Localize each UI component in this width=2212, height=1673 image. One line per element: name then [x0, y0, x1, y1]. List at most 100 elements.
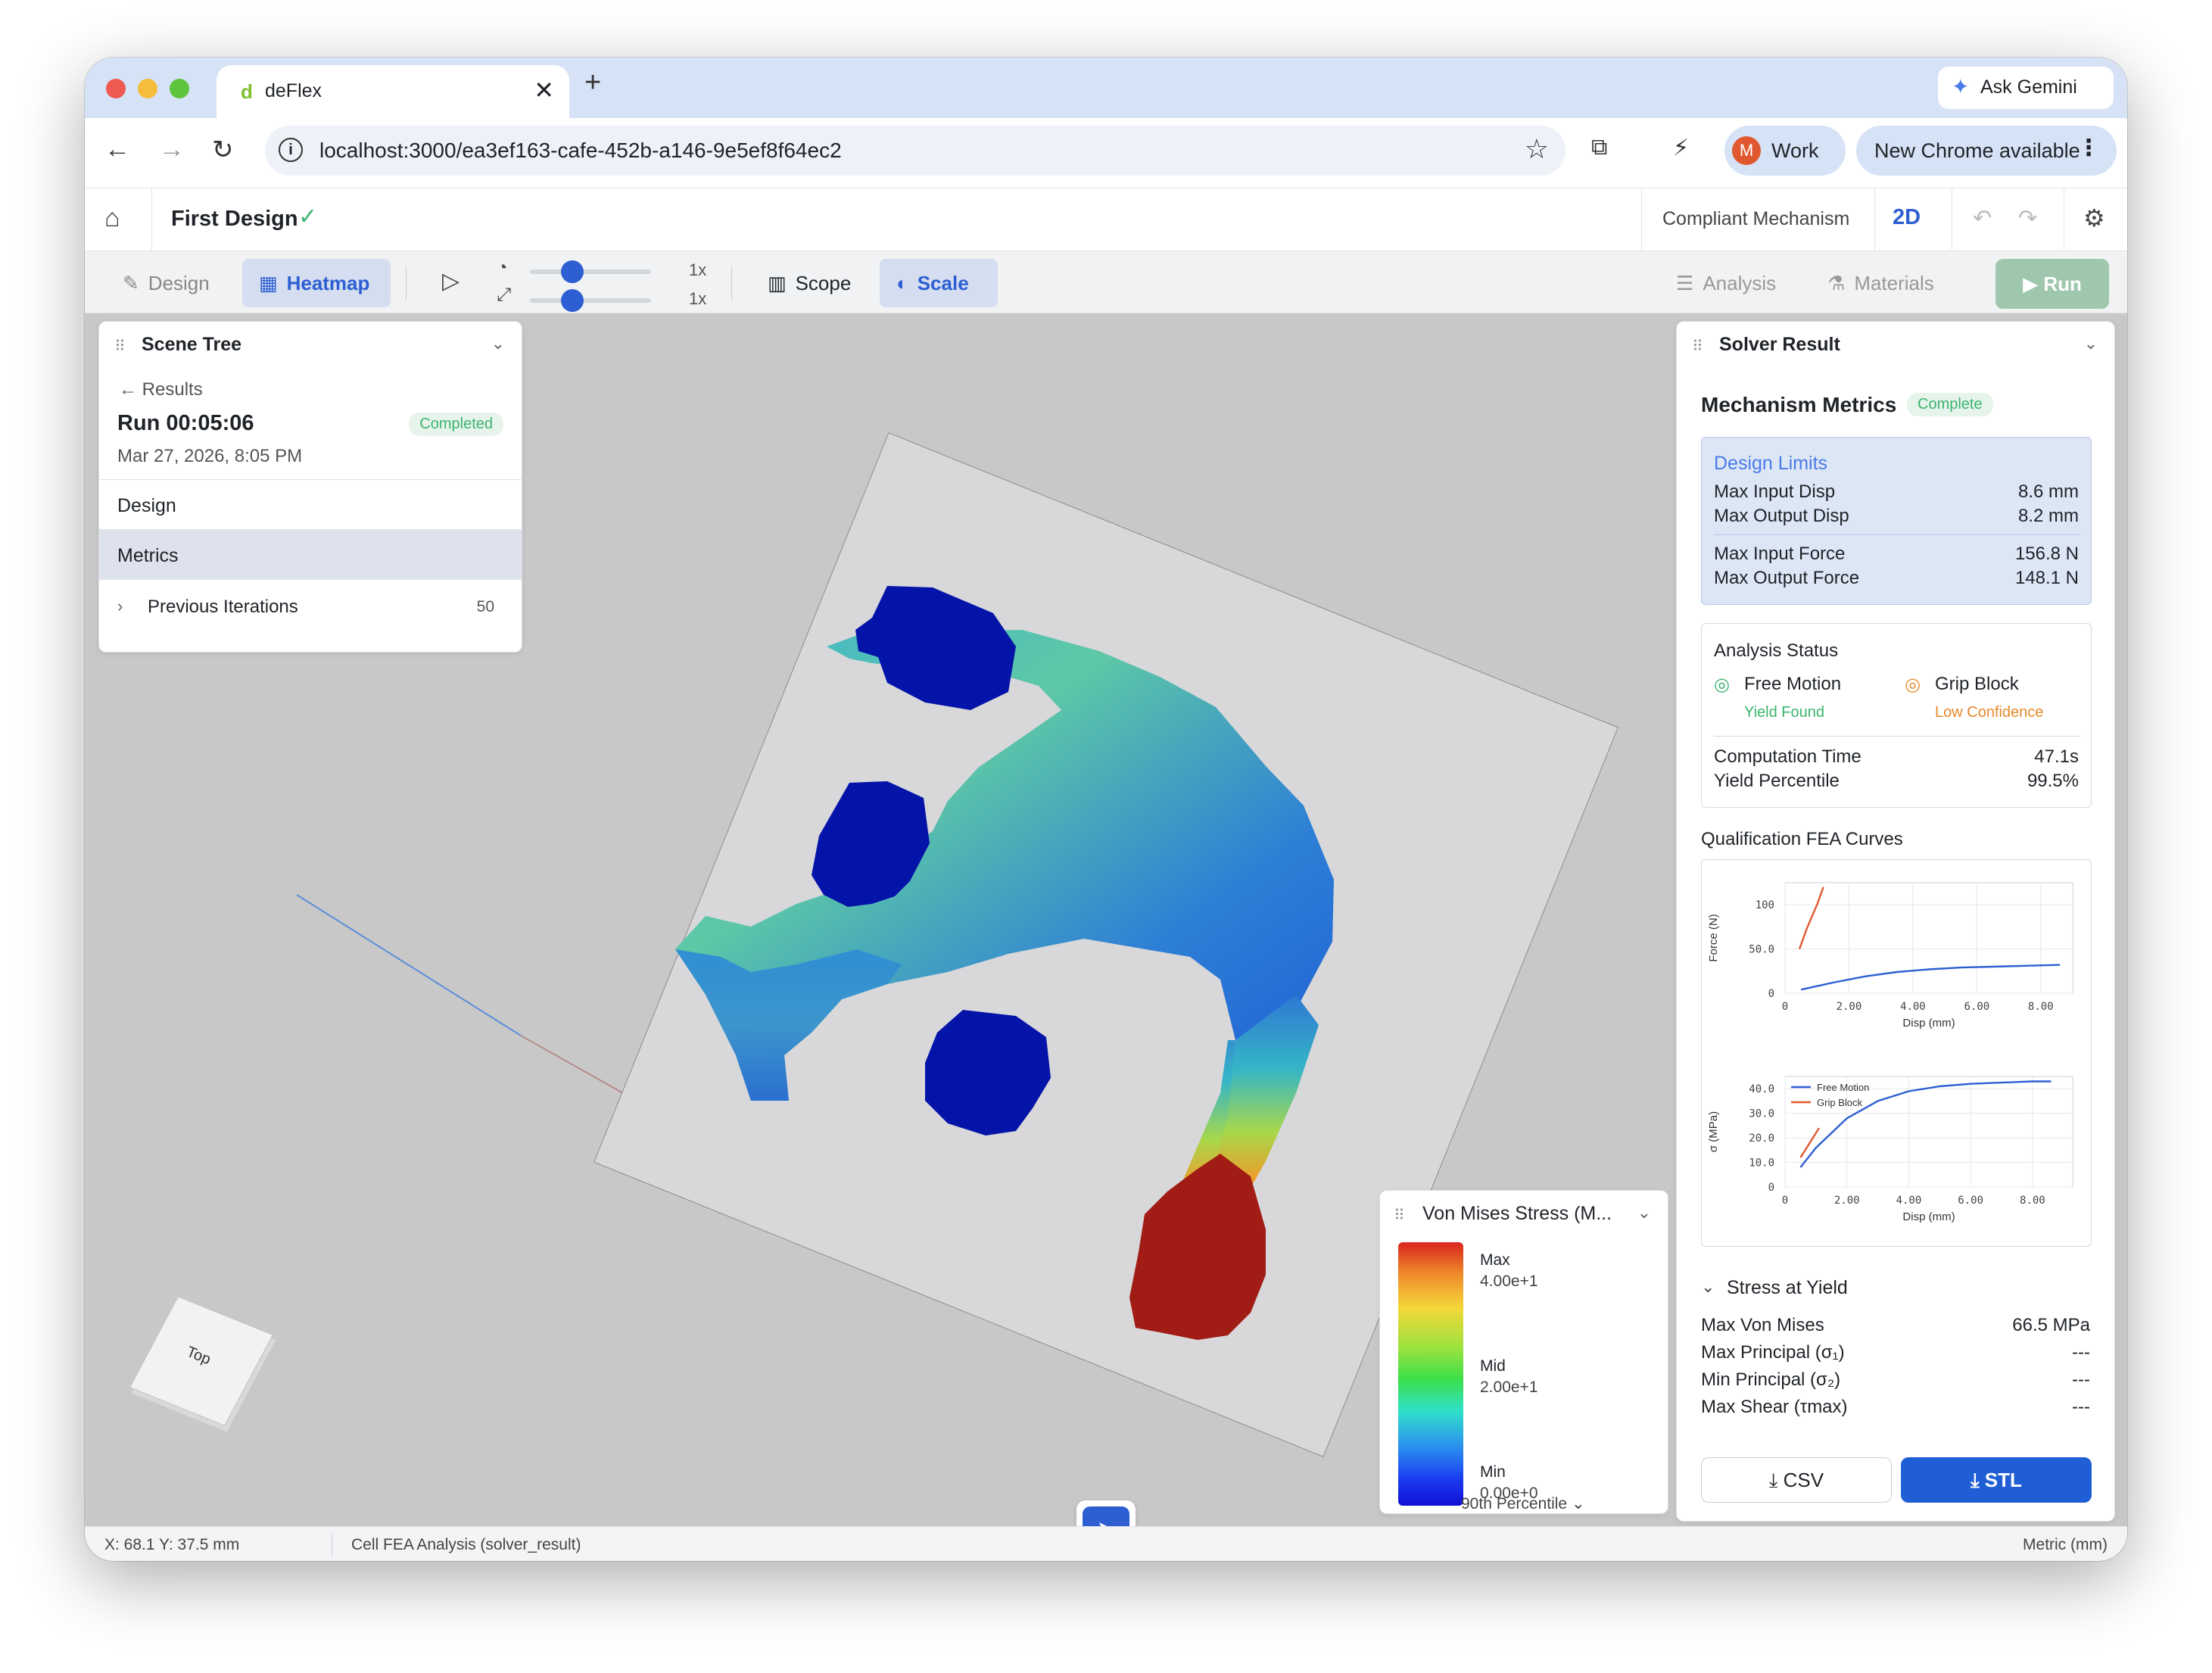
new-tab-icon[interactable]: + [584, 67, 601, 99]
design-title[interactable]: First Design [171, 207, 298, 232]
back-arrow-icon[interactable]: ← [104, 135, 130, 164]
reload-icon[interactable]: ↻ [212, 135, 234, 165]
design-limits-title: Design Limits [1714, 453, 1828, 474]
stl-download-button[interactable]: ⤓ STL [1901, 1457, 2092, 1503]
x-tick-label: 4.00 [1900, 1001, 1926, 1013]
scale-slider-knob[interactable] [561, 289, 584, 312]
x-tick-label: 2.00 [1834, 1195, 1860, 1207]
fea-curves-card: 0 2.00 4.00 6.00 8.00 0 50.0 100 Disp (mm) Force … [1701, 859, 2092, 1247]
ask-gemini-button[interactable]: ✦ Ask Gemini [1938, 67, 2114, 109]
bookmark-star-icon[interactable]: ☆ [1525, 133, 1549, 165]
close-tab-icon[interactable]: ✕ [534, 76, 554, 104]
scene-tree-panel: ⠿ Scene Tree ⌄ ← Results Run 00:05:06 Co… [98, 321, 522, 653]
run-title: Run 00:05:06 [117, 411, 254, 435]
speed-slider-knob[interactable] [561, 260, 584, 283]
chevron-down-icon[interactable]: ⌄ [1637, 1203, 1651, 1223]
limit-value: 8.6 mm [2017, 481, 2079, 502]
chevron-down-icon[interactable]: ⌄ [2084, 334, 2098, 354]
back-arrow-icon: ← [119, 379, 142, 400]
heatmap-mode-button[interactable]: ▦ Heatmap [242, 259, 391, 307]
saved-check-icon: ✓ [298, 204, 318, 229]
performance-icon[interactable]: ⚡ [1673, 135, 1689, 161]
chrome-update-label: New Chrome available [1874, 139, 2080, 162]
force-disp-chart: 0 2.00 4.00 6.00 8.00 0 50.0 100 Disp (mm) Force … [1707, 882, 2073, 1030]
profile-button[interactable]: M Work [1724, 126, 1846, 176]
x-tick-label: 4.00 [1896, 1195, 1922, 1207]
stl-label: STL [1984, 1469, 2022, 1491]
design-mode-button[interactable]: ✎ Design [106, 259, 233, 307]
analysis-button[interactable]: ☰ Analysis [1659, 259, 1796, 307]
chevron-down-icon[interactable]: ⌄ [491, 334, 505, 354]
x-tick-label: 2.00 [1837, 1001, 1862, 1013]
browser-tab[interactable]: d deFlex ✕ [217, 65, 569, 118]
stress-at-yield-title[interactable]: Stress at Yield [1727, 1277, 1848, 1299]
run-button[interactable]: ▶ Run [1995, 259, 2109, 309]
menu-kebab-icon[interactable]: ⋮ [2077, 135, 2100, 161]
y-axis-label: Force (N) [1707, 914, 1720, 961]
minimize-window-button[interactable] [138, 79, 157, 98]
site-info-icon[interactable]: i [279, 138, 303, 162]
y-tick-label: 40.0 [1749, 1083, 1774, 1095]
drag-handle-icon[interactable]: ⠿ [114, 337, 126, 356]
x-tick-label: 8.00 [2020, 1195, 2045, 1207]
csv-download-button[interactable]: ⤓ CSV [1701, 1457, 1892, 1503]
view-mode-toggle[interactable]: 2D [1893, 205, 1921, 230]
forward-arrow-icon[interactable]: → [159, 135, 185, 164]
divider [1714, 736, 2080, 737]
speed-gauge-icon: ◔ [497, 257, 508, 278]
materials-label: Materials [1854, 272, 1934, 294]
complete-badge: Complete [1907, 393, 1993, 416]
y-tick-label: 50.0 [1749, 944, 1774, 956]
scale-button[interactable]: ◐ Scale [880, 259, 998, 307]
tree-item-design[interactable]: Design [99, 479, 522, 529]
speed-slider[interactable] [530, 260, 651, 283]
stress-value: --- [2072, 1342, 2090, 1363]
stress-value: --- [2072, 1369, 2090, 1390]
redo-icon[interactable]: ↷ [2018, 205, 2037, 232]
download-icon: ⤓ [1768, 1469, 1784, 1491]
status-bar: X: 68.1 Y: 37.5 mm Cell FEA Analysis (so… [85, 1526, 2127, 1561]
maximize-window-button[interactable] [170, 79, 189, 98]
search-tabs-icon[interactable]: ⧉ [1591, 135, 1607, 160]
drag-handle-icon[interactable]: ⠿ [1394, 1206, 1406, 1225]
address-bar[interactable]: i localhost:3000/ea3ef163-cafe-452b-a146… [265, 126, 1566, 176]
close-window-button[interactable] [106, 79, 126, 98]
3d-viewport[interactable]: ⠿ Scene Tree ⌄ ← Results Run 00:05:06 Co… [85, 313, 2127, 1526]
avatar: M [1732, 136, 1761, 165]
stress-label: Max Shear (τmax) [1701, 1397, 1848, 1417]
mode-selector[interactable]: Compliant Mechanism [1662, 208, 1849, 230]
cursor-coordinates: X: 68.1 Y: 37.5 mm [104, 1536, 240, 1553]
view-cube[interactable]: Top [129, 1296, 274, 1426]
play-icon[interactable]: ▷ [442, 268, 460, 294]
x-axis-label: Disp (mm) [1902, 1210, 1955, 1223]
tab-title: deFlex [265, 80, 322, 101]
tree-item-previous-iterations[interactable]: › Previous Iterations 50 [99, 579, 522, 632]
status-badge: Completed [409, 413, 503, 436]
home-icon[interactable]: ⌂ [104, 204, 120, 233]
tree-item-metrics[interactable]: Metrics [99, 529, 522, 579]
materials-button[interactable]: ⚗ Materials [1811, 259, 1962, 307]
units-status[interactable]: Metric (mm) [2023, 1536, 2108, 1554]
csv-label: CSV [1783, 1469, 1824, 1491]
color-scale-bar [1398, 1242, 1463, 1506]
drag-handle-icon[interactable]: ⠿ [1692, 337, 1704, 356]
chrome-update-button[interactable]: New Chrome available ⋮ [1856, 126, 2117, 176]
divider [406, 266, 407, 300]
previous-iterations-count: 50 [476, 598, 494, 615]
limit-label: Max Input Disp [1714, 481, 1836, 502]
gear-icon[interactable]: ⚙ [2083, 204, 2105, 232]
scale-slider[interactable] [530, 289, 651, 312]
scope-button[interactable]: ▥ Scope [751, 259, 872, 307]
browser-window: d deFlex ✕ + ✦ Ask Gemini ← → ↻ i localh… [85, 58, 2127, 1561]
select-tool-button[interactable]: ➤ [1076, 1500, 1136, 1526]
back-to-results-link[interactable]: ← Results [119, 379, 203, 400]
chevron-down-icon[interactable]: ⌄ [1701, 1277, 1715, 1297]
scale-value: 1x [689, 289, 707, 308]
percentile-dropdown[interactable]: 90th Percentile ⌄ [1461, 1494, 1585, 1513]
y-tick-label: 10.0 [1749, 1157, 1774, 1170]
divider [731, 266, 732, 300]
limit-value: 8.2 mm [2017, 506, 2079, 526]
undo-icon[interactable]: ↶ [1973, 205, 1992, 232]
run-date: Mar 27, 2026, 8:05 PM [117, 446, 303, 466]
computation-time-value: 47.1s [2034, 746, 2079, 767]
